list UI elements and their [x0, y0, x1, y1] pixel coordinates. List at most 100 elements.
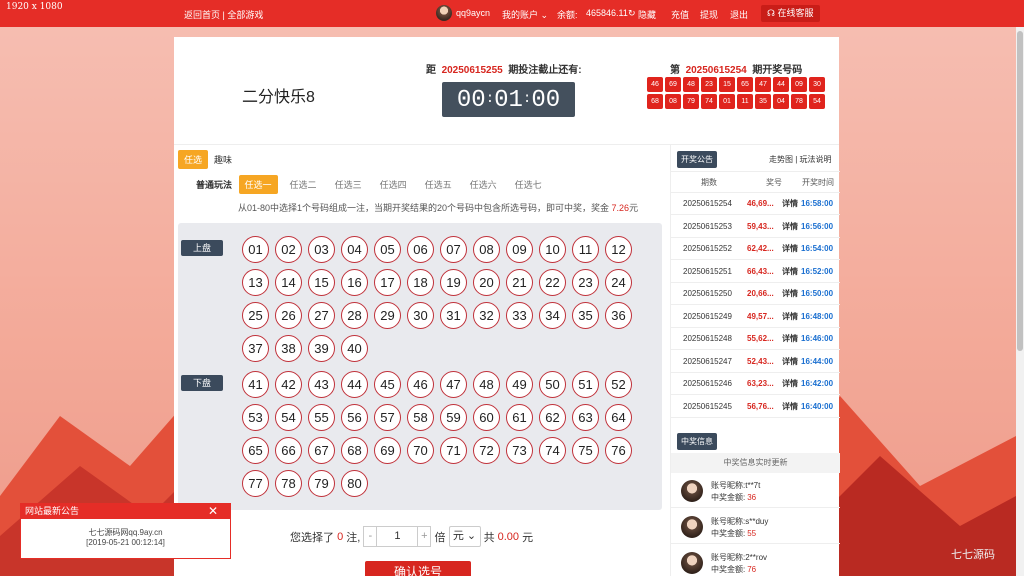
number-ball[interactable]: 60	[473, 404, 500, 431]
number-ball[interactable]: 16	[341, 269, 368, 296]
tab-option[interactable]: 任选四	[374, 175, 413, 194]
unit-select[interactable]: 元 ⌄	[448, 526, 481, 547]
number-ball[interactable]: 42	[275, 371, 302, 398]
notice-text[interactable]: 七七源码网qq.9ay.cn	[21, 528, 230, 538]
number-ball[interactable]: 05	[374, 236, 401, 263]
number-ball[interactable]: 66	[275, 437, 302, 464]
multiplier-input[interactable]: 1	[377, 526, 418, 547]
number-ball[interactable]: 36	[605, 302, 632, 329]
number-ball[interactable]: 02	[275, 236, 302, 263]
number-ball[interactable]: 20	[473, 269, 500, 296]
number-ball[interactable]: 52	[605, 371, 632, 398]
number-ball[interactable]: 70	[407, 437, 434, 464]
result-detail[interactable]: 详情	[782, 396, 798, 418]
number-ball[interactable]: 23	[572, 269, 599, 296]
number-ball[interactable]: 30	[407, 302, 434, 329]
result-detail[interactable]: 详情	[782, 306, 798, 328]
number-ball[interactable]: 63	[572, 404, 599, 431]
number-ball[interactable]: 24	[605, 269, 632, 296]
number-ball[interactable]: 09	[506, 236, 533, 263]
number-ball[interactable]: 29	[374, 302, 401, 329]
increase-button[interactable]: +	[417, 526, 432, 547]
number-ball[interactable]: 57	[374, 404, 401, 431]
number-ball[interactable]: 04	[341, 236, 368, 263]
number-ball[interactable]: 17	[374, 269, 401, 296]
number-ball[interactable]: 67	[308, 437, 335, 464]
number-ball[interactable]: 49	[506, 371, 533, 398]
result-detail[interactable]: 详情	[782, 261, 798, 283]
result-detail[interactable]: 详情	[782, 373, 798, 395]
number-ball[interactable]: 47	[440, 371, 467, 398]
result-detail[interactable]: 详情	[782, 238, 798, 260]
number-ball[interactable]: 72	[473, 437, 500, 464]
number-ball[interactable]: 35	[572, 302, 599, 329]
number-ball[interactable]: 22	[539, 269, 566, 296]
number-ball[interactable]: 27	[308, 302, 335, 329]
number-ball[interactable]: 39	[308, 335, 335, 362]
result-detail[interactable]: 详情	[782, 193, 798, 215]
results-links[interactable]: 走势图 | 玩法说明	[769, 154, 832, 165]
number-ball[interactable]: 59	[440, 404, 467, 431]
number-ball[interactable]: 80	[341, 470, 368, 497]
number-ball[interactable]: 14	[275, 269, 302, 296]
number-ball[interactable]: 31	[440, 302, 467, 329]
number-ball[interactable]: 34	[539, 302, 566, 329]
number-ball[interactable]: 01	[242, 236, 269, 263]
number-ball[interactable]: 41	[242, 371, 269, 398]
my-account-menu[interactable]: 我的账户 ⌄	[502, 8, 548, 21]
withdraw-link[interactable]: 提现	[700, 8, 718, 21]
number-ball[interactable]: 21	[506, 269, 533, 296]
number-ball[interactable]: 54	[275, 404, 302, 431]
number-ball[interactable]: 75	[572, 437, 599, 464]
all-games-link[interactable]: 全部游戏	[227, 10, 263, 20]
hide-balance-button[interactable]: 隐藏	[638, 8, 656, 21]
scrollbar[interactable]	[1016, 27, 1024, 576]
number-ball[interactable]: 79	[308, 470, 335, 497]
number-ball[interactable]: 45	[374, 371, 401, 398]
number-ball[interactable]: 25	[242, 302, 269, 329]
number-ball[interactable]: 73	[506, 437, 533, 464]
tab-option[interactable]: 任选一	[238, 175, 278, 194]
tab-option[interactable]: 任选二	[284, 175, 323, 194]
number-ball[interactable]: 64	[605, 404, 632, 431]
number-ball[interactable]: 11	[572, 236, 599, 263]
tab-option[interactable]: 任选六	[464, 175, 503, 194]
online-service-button[interactable]: ☊ 在线客服	[761, 5, 820, 22]
user-info[interactable]: qq9aycn	[436, 5, 490, 21]
number-ball[interactable]: 51	[572, 371, 599, 398]
number-ball[interactable]: 50	[539, 371, 566, 398]
number-ball[interactable]: 65	[242, 437, 269, 464]
number-ball[interactable]: 18	[407, 269, 434, 296]
number-ball[interactable]: 32	[473, 302, 500, 329]
number-ball[interactable]: 43	[308, 371, 335, 398]
number-ball[interactable]: 48	[473, 371, 500, 398]
result-detail[interactable]: 详情	[782, 283, 798, 305]
tab-option[interactable]: 任选三	[329, 175, 368, 194]
number-ball[interactable]: 03	[308, 236, 335, 263]
number-ball[interactable]: 28	[341, 302, 368, 329]
home-link[interactable]: 返回首页	[184, 10, 220, 20]
number-ball[interactable]: 10	[539, 236, 566, 263]
result-detail[interactable]: 详情	[782, 351, 798, 373]
tab-quwei[interactable]: 趣味	[208, 150, 238, 169]
logout-link[interactable]: 退出	[730, 8, 748, 21]
number-ball[interactable]: 58	[407, 404, 434, 431]
number-ball[interactable]: 62	[539, 404, 566, 431]
close-icon[interactable]: ✕	[208, 504, 218, 519]
number-ball[interactable]: 78	[275, 470, 302, 497]
number-ball[interactable]: 12	[605, 236, 632, 263]
number-ball[interactable]: 68	[341, 437, 368, 464]
number-ball[interactable]: 07	[440, 236, 467, 263]
number-ball[interactable]: 61	[506, 404, 533, 431]
scrollbar-thumb[interactable]	[1017, 31, 1023, 351]
number-ball[interactable]: 55	[308, 404, 335, 431]
number-ball[interactable]: 77	[242, 470, 269, 497]
result-detail[interactable]: 详情	[782, 216, 798, 238]
number-ball[interactable]: 13	[242, 269, 269, 296]
tab-option[interactable]: 任选五	[419, 175, 458, 194]
tab-option[interactable]: 任选七	[509, 175, 548, 194]
refresh-icon[interactable]: ↻	[628, 8, 636, 19]
number-ball[interactable]: 26	[275, 302, 302, 329]
number-ball[interactable]: 69	[374, 437, 401, 464]
number-ball[interactable]: 33	[506, 302, 533, 329]
